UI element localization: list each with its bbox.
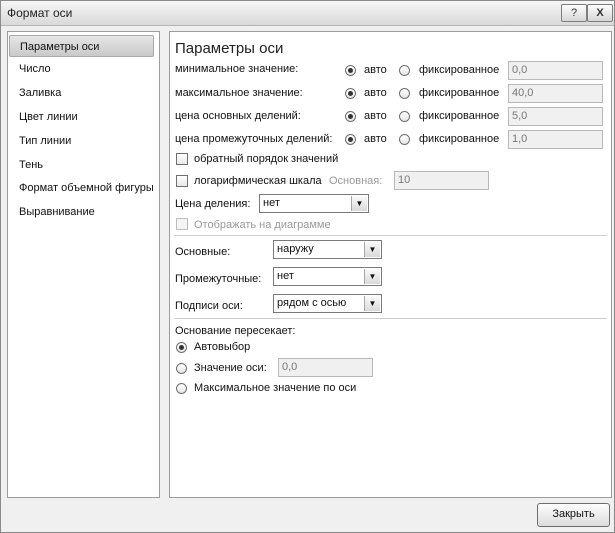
show-units-label: Отображать на диаграмме [194, 219, 331, 231]
major-unit-auto-radio[interactable] [345, 111, 356, 122]
max-value-label: максимальное значение: [175, 87, 303, 99]
minor-unit-field[interactable]: 1,0 [508, 130, 603, 149]
log-scale-label: логарифмическая шкала [194, 175, 322, 187]
max-fixed-radio[interactable] [399, 88, 410, 99]
crosses-label: Основание пересекает: [175, 325, 296, 337]
major-unit-label: цена основных делений: [175, 110, 301, 122]
close-button[interactable]: Закрыть [537, 503, 610, 527]
axis-labels-label: Подписи оси: [175, 300, 243, 312]
minor-unit-label: цена промежуточных делений: [175, 133, 333, 145]
max-auto-radio[interactable] [345, 88, 356, 99]
display-units-label: Цена деления: [175, 198, 251, 210]
nav-item-alignment[interactable]: Выравнивание [9, 201, 154, 223]
min-fixed-radio[interactable] [399, 65, 410, 76]
minor-tick-dropdown[interactable]: нет ▼ [273, 267, 382, 286]
log-base-field[interactable]: 10 [394, 171, 489, 190]
major-unit-auto-label: авто [364, 110, 387, 122]
min-value-label: минимальное значение: [175, 63, 299, 75]
nav-item-line-color[interactable]: Цвет линии [9, 106, 154, 128]
max-value-field[interactable]: 40,0 [508, 84, 603, 103]
min-fixed-label: фиксированное [419, 64, 500, 76]
min-auto-radio[interactable] [345, 65, 356, 76]
max-fixed-label: фиксированное [419, 87, 500, 99]
nav-item-shadow[interactable]: Тень [9, 154, 154, 176]
axis-options-panel: Параметры оси минимальное значение: авто… [169, 31, 612, 498]
display-units-value: нет [263, 197, 280, 209]
major-unit-fixed-radio[interactable] [399, 111, 410, 122]
title-close-button[interactable]: X [587, 4, 613, 22]
log-base-label: Основная: [329, 175, 383, 187]
cross-value-field[interactable]: 0,0 [278, 358, 373, 377]
minor-unit-auto-label: авто [364, 133, 387, 145]
minor-tick-label: Промежуточные: [175, 273, 262, 285]
nav-item-line-style[interactable]: Тип линии [9, 130, 154, 152]
min-value-field[interactable]: 0,0 [508, 61, 603, 80]
format-axis-dialog: Формат оси ? X Параметры оси Число Залив… [0, 0, 615, 533]
cross-auto-radio[interactable] [176, 342, 187, 353]
chevron-down-icon: ▼ [351, 196, 367, 211]
nav-item-3d-format[interactable]: Формат объемной фигуры [9, 177, 154, 199]
minor-unit-fixed-label: фиксированное [419, 133, 500, 145]
nav-item-number[interactable]: Число [9, 58, 154, 80]
log-scale-checkbox[interactable] [176, 175, 188, 187]
min-auto-label: авто [364, 64, 387, 76]
minor-unit-fixed-radio[interactable] [399, 134, 410, 145]
axis-labels-value: рядом с осью [277, 297, 347, 309]
cross-max-radio[interactable] [176, 383, 187, 394]
axis-labels-dropdown[interactable]: рядом с осью ▼ [273, 294, 382, 313]
chevron-down-icon: ▼ [364, 296, 380, 311]
major-unit-field[interactable]: 5,0 [508, 107, 603, 126]
cross-value-radio[interactable] [176, 363, 187, 374]
minor-unit-auto-radio[interactable] [345, 134, 356, 145]
chevron-down-icon: ▼ [364, 269, 380, 284]
show-units-checkbox[interactable] [176, 218, 188, 230]
reverse-order-label: обратный порядок значений [194, 153, 339, 165]
panel-title: Параметры оси [175, 40, 284, 57]
cross-value-label: Значение оси: [194, 362, 267, 374]
cross-auto-label: Автовыбор [194, 341, 251, 353]
major-unit-fixed-label: фиксированное [419, 110, 500, 122]
minor-tick-value: нет [277, 270, 294, 282]
nav-item-fill[interactable]: Заливка [9, 82, 154, 104]
display-units-dropdown[interactable]: нет ▼ [259, 194, 369, 213]
cross-max-label: Максимальное значение по оси [194, 382, 357, 394]
chevron-down-icon: ▼ [364, 242, 380, 257]
major-tick-value: наружу [277, 243, 314, 255]
major-tick-dropdown[interactable]: наружу ▼ [273, 240, 382, 259]
reverse-order-checkbox[interactable] [176, 153, 188, 165]
separator [174, 318, 607, 319]
nav-item-axis-options[interactable]: Параметры оси [9, 35, 154, 57]
major-tick-label: Основные: [175, 246, 231, 258]
max-auto-label: авто [364, 87, 387, 99]
title-bar: Формат оси ? X [1, 1, 614, 26]
separator [174, 235, 607, 236]
category-list: Параметры оси Число Заливка Цвет линии Т… [7, 31, 160, 498]
help-button[interactable]: ? [561, 4, 587, 22]
dialog-title: Формат оси [7, 6, 73, 20]
